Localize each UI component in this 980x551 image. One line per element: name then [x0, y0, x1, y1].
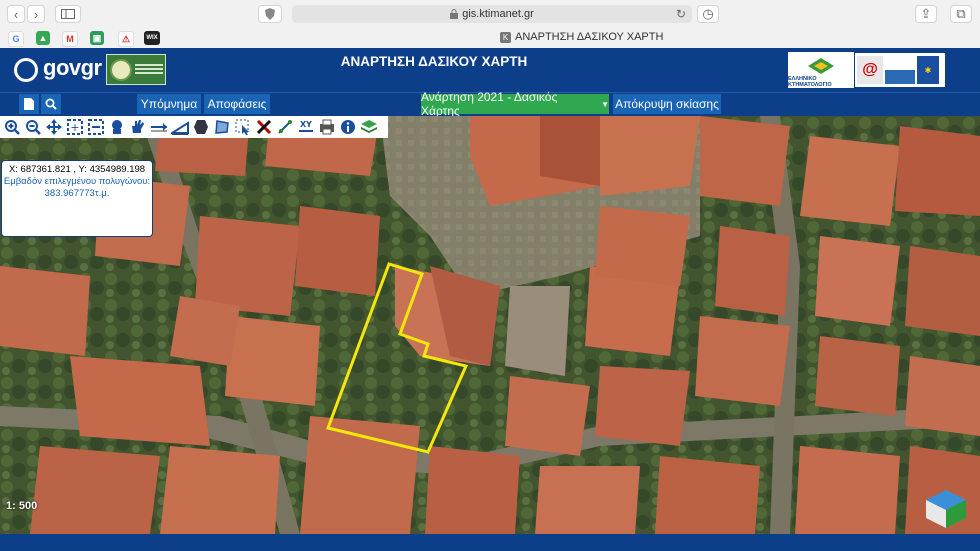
legend-button[interactable]: Υπόμνημα [137, 94, 201, 114]
zoom-out-icon[interactable] [23, 118, 43, 136]
print-icon[interactable] [317, 118, 337, 136]
caret-down-icon: ▼ [601, 99, 609, 109]
measure-area-icon[interactable] [170, 118, 190, 136]
tab-favicon: K [500, 31, 511, 43]
area-value: 383.967773τ.μ. [44, 188, 110, 199]
site-header: govgr ΑΝΑΡΤΗΣΗ ΔΑΣΙΚΟΥ ΧΑΡΤΗ ΕΛΛΗΝΙΚΟ ΚΤ… [0, 48, 980, 92]
map-layer-select[interactable]: Ανάρτηση 2021 - Δασικός Χάρτης ▼ [421, 90, 609, 118]
search-icon [45, 98, 57, 110]
lock-icon [450, 9, 459, 19]
info-icon[interactable] [338, 118, 358, 136]
polygon-icon[interactable] [191, 118, 211, 136]
zoom-box-out-icon[interactable] [86, 118, 106, 136]
svg-text:+: + [70, 121, 79, 134]
eu-flag-icon: ✱ [917, 56, 939, 84]
zoom-in-icon[interactable] [2, 118, 22, 136]
google-favicon[interactable]: G [8, 31, 24, 47]
address-bar[interactable]: gis.ktimanet.gr ↻ [292, 5, 692, 23]
zoom-box-icon[interactable]: + [65, 118, 85, 136]
privacy-button[interactable] [258, 5, 282, 23]
reload-icon[interactable]: ↻ [676, 7, 686, 21]
search-button[interactable] [41, 94, 61, 114]
area-label: Εμβαδόν επιλεγμένου πολυγώνου: [3, 176, 151, 187]
document-icon [24, 98, 34, 110]
site-footer [0, 534, 980, 551]
map-toolbar: + XY [0, 116, 388, 138]
share-icon: ⇪ [920, 6, 932, 21]
svg-text:XY: XY [300, 120, 312, 129]
layers-icon[interactable] [359, 118, 379, 136]
espa-logo [885, 56, 915, 84]
measure-distance-icon[interactable] [149, 118, 169, 136]
bookmark-red-favicon[interactable]: ⚠ [118, 31, 134, 47]
ktimatologio-emblem-icon [808, 58, 834, 74]
drive-favicon[interactable]: ▲ [36, 31, 50, 45]
browser-toolbar: ‹ › gis.ktimanet.gr ↻ ◷ ⇪ ⧉ [0, 0, 980, 28]
clear-icon[interactable] [254, 118, 274, 136]
coordinates-info-box: X: 687361.821 , Y: 4354989.198 Εμβαδόν ε… [1, 160, 153, 237]
history-button[interactable]: ◷ [697, 5, 719, 23]
chevron-left-icon: ‹ [13, 6, 19, 22]
ktimatologio-logo: ΕΛΛΗΝΙΚΟ ΚΤΗΜΑΤΟΛΟΓΙΟ [788, 52, 854, 88]
active-tab[interactable]: K ΑΝΑΡΤΗΣΗ ΔΑΣΙΚΟΥ ΧΑΡΤΗ [500, 31, 663, 43]
select-polygon-icon[interactable] [212, 118, 232, 136]
gmail-favicon[interactable]: M [62, 31, 78, 47]
sidebar-icon [61, 9, 75, 19]
map-layer-select-label: Ανάρτηση 2021 - Δασικός Χάρτης [421, 90, 558, 118]
wix-favicon[interactable]: WIX [144, 31, 160, 45]
xy-coords-icon[interactable]: XY [296, 118, 316, 136]
decisions-button[interactable]: Αποφάσεις [204, 94, 270, 114]
pan-icon[interactable] [44, 118, 64, 136]
identify-icon[interactable] [107, 118, 127, 136]
sidebar-button[interactable] [55, 5, 81, 23]
shield-icon [265, 8, 275, 20]
map-scale: 1: 500 [6, 500, 38, 512]
hand-icon[interactable] [128, 118, 148, 136]
back-button[interactable]: ‹ [7, 5, 25, 23]
draw-icon[interactable] [275, 118, 295, 136]
clock-icon: ◷ [702, 6, 714, 21]
hide-shading-button[interactable]: Απόκρυψη σκίασης [613, 94, 721, 114]
basemap-switch-icon[interactable] [924, 486, 968, 534]
eu-funding-logos: @ ✱ [855, 53, 945, 87]
tabs-icon: ⧉ [956, 6, 966, 21]
coordinates-text: X: 687361.821 , Y: 4354989.198 [8, 164, 146, 175]
tab-title: ΑΝΑΡΤΗΣΗ ΔΑΣΙΚΟΥ ΧΑΡΤΗ [515, 31, 664, 43]
chevron-right-icon: › [33, 6, 39, 22]
digital-greece-logo: @ [857, 56, 883, 84]
share-button[interactable]: ⇪ [915, 5, 937, 23]
page-title: ΑΝΑΡΤΗΣΗ ΔΑΣΙΚΟΥ ΧΑΡΤΗ [340, 54, 528, 69]
forward-button[interactable]: › [27, 5, 45, 23]
select-arrow-icon[interactable] [233, 118, 253, 136]
tabs-overview-button[interactable]: ⧉ [950, 5, 972, 23]
bookmark-green-favicon[interactable]: ▣ [90, 31, 104, 45]
document-button[interactable] [19, 94, 39, 114]
url-text: gis.ktimanet.gr [462, 8, 534, 20]
